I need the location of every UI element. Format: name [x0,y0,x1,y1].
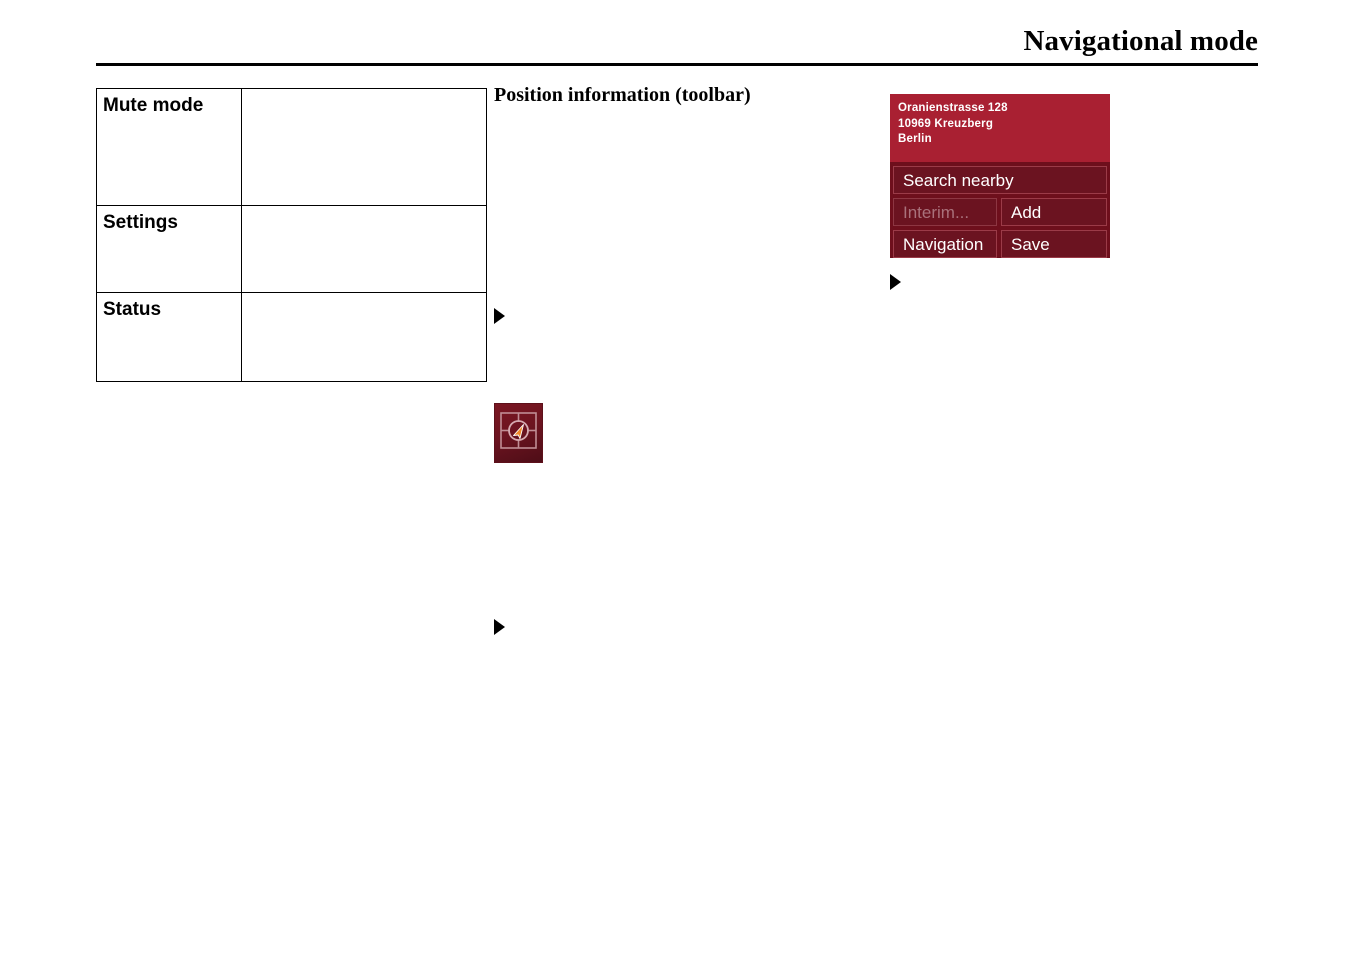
page-title: Navigational mode [1023,25,1258,57]
page-header: Navigational mode [96,24,1258,66]
table-cell-value [241,292,487,382]
table-cell-label: Mute mode [96,88,242,206]
device-screenshot-position-toolbar: Oranienstrasse 128 10969 Kreuzberg Berli… [890,94,1110,258]
bullet-triangle-icon [494,619,505,635]
feature-table: Mute mode Settings Status [96,88,487,382]
header-rule [96,63,1258,66]
address-line-city: 10969 Kreuzberg [898,117,994,130]
search-nearby-button[interactable]: Search nearby [893,166,1107,194]
interim-button[interactable]: Interim... [893,198,997,226]
navigation-button[interactable]: Navigation [893,230,997,258]
middle-column: Position information (toolbar) [494,84,854,107]
table-cell-label: Status [96,292,242,382]
address-line-region: Berlin [898,133,932,145]
device-address-header: Oranienstrasse 128 10969 Kreuzberg Berli… [890,94,1110,162]
section-heading-position-information: Position information (toolbar) [494,84,751,106]
position-information-glyph [500,412,537,449]
bullet-triangle-icon [890,274,901,290]
address-line-street: Oranienstrasse 128 [898,102,1008,114]
table-row: Settings [96,205,487,293]
table-cell-value [241,205,487,293]
save-button[interactable]: Save [1001,230,1107,258]
position-information-icon [494,403,543,463]
table-row: Status [96,292,487,382]
bullet-triangle-icon [494,308,505,324]
add-button[interactable]: Add [1001,198,1107,226]
table-cell-value [241,88,487,206]
table-cell-label: Settings [96,205,242,293]
table-row: Mute mode [96,88,487,206]
